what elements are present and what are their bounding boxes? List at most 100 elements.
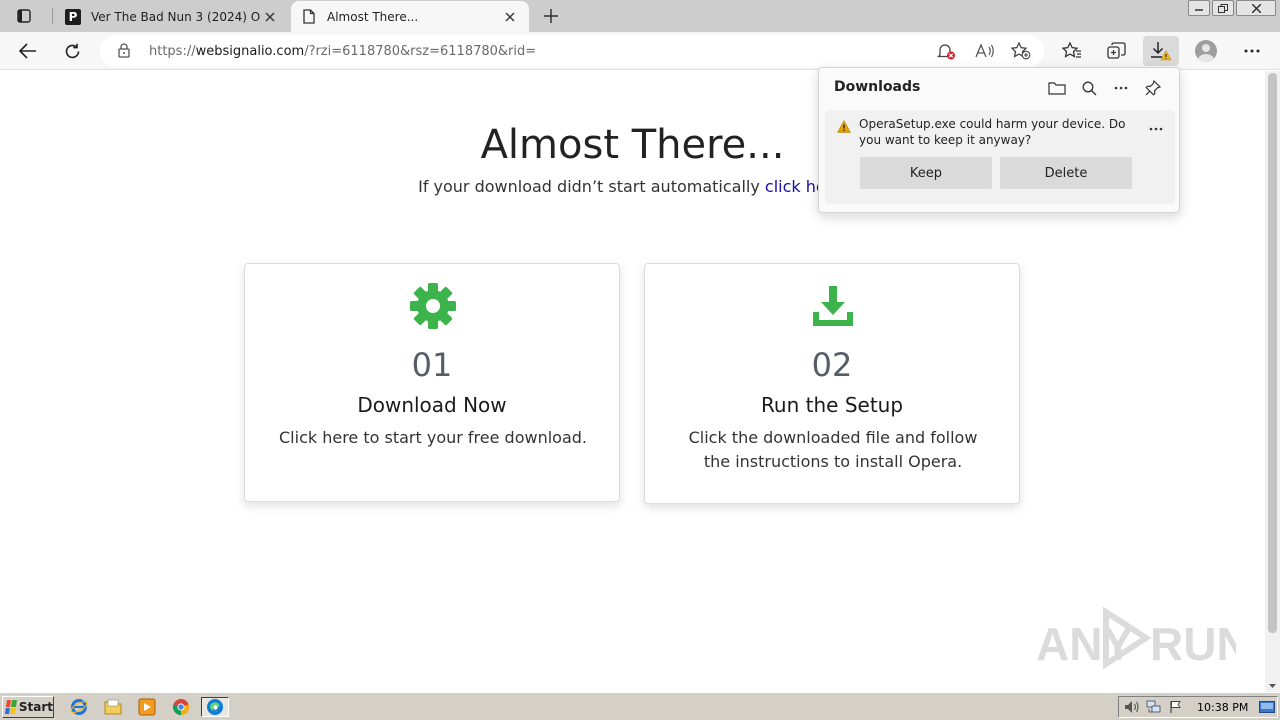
close-icon — [1251, 3, 1261, 13]
tab-close-button[interactable] — [501, 8, 519, 26]
refresh-button[interactable] — [56, 36, 88, 66]
avatar — [1195, 40, 1217, 62]
search-icon — [1082, 81, 1096, 95]
notification-blocked-button[interactable] — [934, 40, 958, 62]
refresh-icon — [65, 43, 79, 58]
lock-icon[interactable] — [118, 43, 130, 58]
step-card-setup[interactable]: 02 Run the Setup Click the downloaded fi… — [644, 263, 1020, 504]
star-add-icon — [1011, 42, 1031, 60]
tab-bad-nun[interactable]: P Ver The Bad Nun 3 (2024) Online — [55, 1, 289, 32]
address-bar[interactable]: https://websignalio.com/?rzi=6118780&rsz… — [100, 35, 1044, 67]
url-prefix: https:// — [149, 44, 196, 59]
folder-icon — [104, 699, 122, 715]
start-button[interactable]: Start — [2, 696, 54, 718]
start-label: Start — [18, 700, 53, 714]
chrome-launcher[interactable] — [170, 697, 192, 717]
tab-close-button[interactable] — [261, 8, 279, 26]
scrollbar-thumb[interactable] — [1268, 73, 1277, 633]
volume-button[interactable] — [1123, 699, 1141, 715]
gear-icon — [410, 283, 456, 329]
close-icon — [265, 12, 275, 21]
download-item-more-button[interactable] — [1145, 120, 1167, 138]
read-aloud-icon — [975, 43, 994, 58]
open-folder-button[interactable] — [1046, 77, 1068, 99]
restore-button[interactable] — [1212, 0, 1234, 16]
explorer-launcher[interactable] — [102, 697, 124, 717]
profile-button[interactable] — [1190, 36, 1222, 66]
pin-icon — [1145, 80, 1161, 96]
url-text[interactable]: https://websignalio.com/?rzi=6118780&rsz… — [149, 44, 536, 59]
plus-icon — [544, 9, 558, 23]
close-window-button[interactable] — [1236, 0, 1276, 16]
anyrun-watermark: ANY RUN — [1036, 606, 1236, 670]
more-horizontal-icon — [1114, 86, 1128, 90]
flag-icon — [1170, 701, 1181, 713]
media-player-icon — [138, 698, 156, 716]
tab-actions-button[interactable] — [10, 5, 38, 27]
read-aloud-button[interactable] — [973, 40, 997, 62]
tab-actions-icon — [17, 9, 31, 23]
url-host: websignalio.com — [195, 44, 305, 59]
close-icon — [505, 12, 515, 21]
network-icon — [1146, 700, 1161, 713]
arrow-left-icon — [19, 43, 36, 59]
minimize-button[interactable] — [1188, 0, 1210, 16]
chrome-icon — [173, 699, 189, 715]
bell-blocked-icon — [936, 44, 955, 60]
step-description: Click the downloaded file and follow the… — [688, 428, 978, 471]
watermark-run: RUN — [1150, 618, 1236, 670]
new-tab-button[interactable] — [540, 5, 562, 27]
tab-title: Ver The Bad Nun 3 (2024) Online — [91, 9, 261, 24]
tab-strip: P Ver The Bad Nun 3 (2024) Online Almost… — [0, 0, 1280, 32]
window-controls — [1188, 0, 1276, 18]
download-warning-message: OperaSetup.exe could harm your device. D… — [859, 117, 1126, 147]
downloads-button[interactable] — [1143, 36, 1179, 66]
download-warning-icon — [1151, 42, 1172, 61]
speaker-icon — [1125, 701, 1139, 713]
download-hint-text: If your download didn’t start automatica… — [418, 177, 765, 196]
downloads-title: Downloads — [834, 79, 921, 95]
downloads-more-button[interactable] — [1110, 77, 1132, 99]
back-button[interactable] — [12, 36, 44, 66]
network-button[interactable] — [1145, 699, 1163, 715]
pin-panel-button[interactable] — [1142, 77, 1164, 99]
search-downloads-button[interactable] — [1078, 77, 1100, 99]
show-desktop-button[interactable] — [1258, 699, 1276, 715]
tab-title: Almost There... — [327, 9, 419, 24]
page-icon — [301, 9, 317, 25]
system-tray: 10:38 PM — [1118, 696, 1278, 718]
more-horizontal-icon — [1149, 127, 1163, 131]
vertical-scrollbar[interactable] — [1265, 71, 1280, 692]
downloads-panel: Downloads OperaSetup.exe could harm your… — [818, 67, 1180, 213]
step-number: 02 — [811, 346, 853, 384]
chevron-down-icon — [1269, 684, 1276, 688]
url-rest: /?rzi=6118780&rsz=6118780&rid= — [304, 44, 537, 59]
keep-button[interactable]: Keep — [860, 157, 992, 189]
download-item-warning: OperaSetup.exe could harm your device. D… — [825, 110, 1175, 204]
action-center-button[interactable] — [1167, 699, 1185, 715]
edge-icon — [207, 699, 223, 715]
p-letter-icon: P — [65, 8, 81, 25]
edge-launcher[interactable] — [201, 697, 229, 717]
browser-toolbar: https://websignalio.com/?rzi=6118780&rsz… — [0, 32, 1280, 70]
add-favorite-button[interactable] — [1009, 40, 1033, 62]
scroll-down-arrow[interactable] — [1268, 682, 1277, 690]
more-horizontal-icon — [1244, 49, 1260, 53]
step-card-download[interactable]: 01 Download Now Click here to start your… — [244, 263, 620, 502]
download-icon — [813, 286, 853, 326]
favorites-button[interactable] — [1056, 36, 1088, 66]
delete-button[interactable]: Delete — [1000, 157, 1132, 189]
internet-explorer-icon — [70, 699, 88, 715]
step-number: 01 — [411, 346, 453, 384]
media-player-launcher[interactable] — [136, 697, 158, 717]
collections-button[interactable] — [1100, 36, 1132, 66]
warning-icon — [837, 120, 851, 133]
settings-more-button[interactable] — [1236, 36, 1268, 66]
ie-launcher[interactable] — [68, 697, 90, 717]
windows-logo-icon — [5, 700, 17, 714]
step-description: Click here to start your free download. — [279, 428, 587, 447]
step-title: Download Now — [357, 393, 507, 417]
tab-separator — [52, 8, 53, 24]
desktop-icon — [1259, 701, 1276, 713]
tab-almost-there[interactable]: Almost There... — [291, 1, 529, 32]
